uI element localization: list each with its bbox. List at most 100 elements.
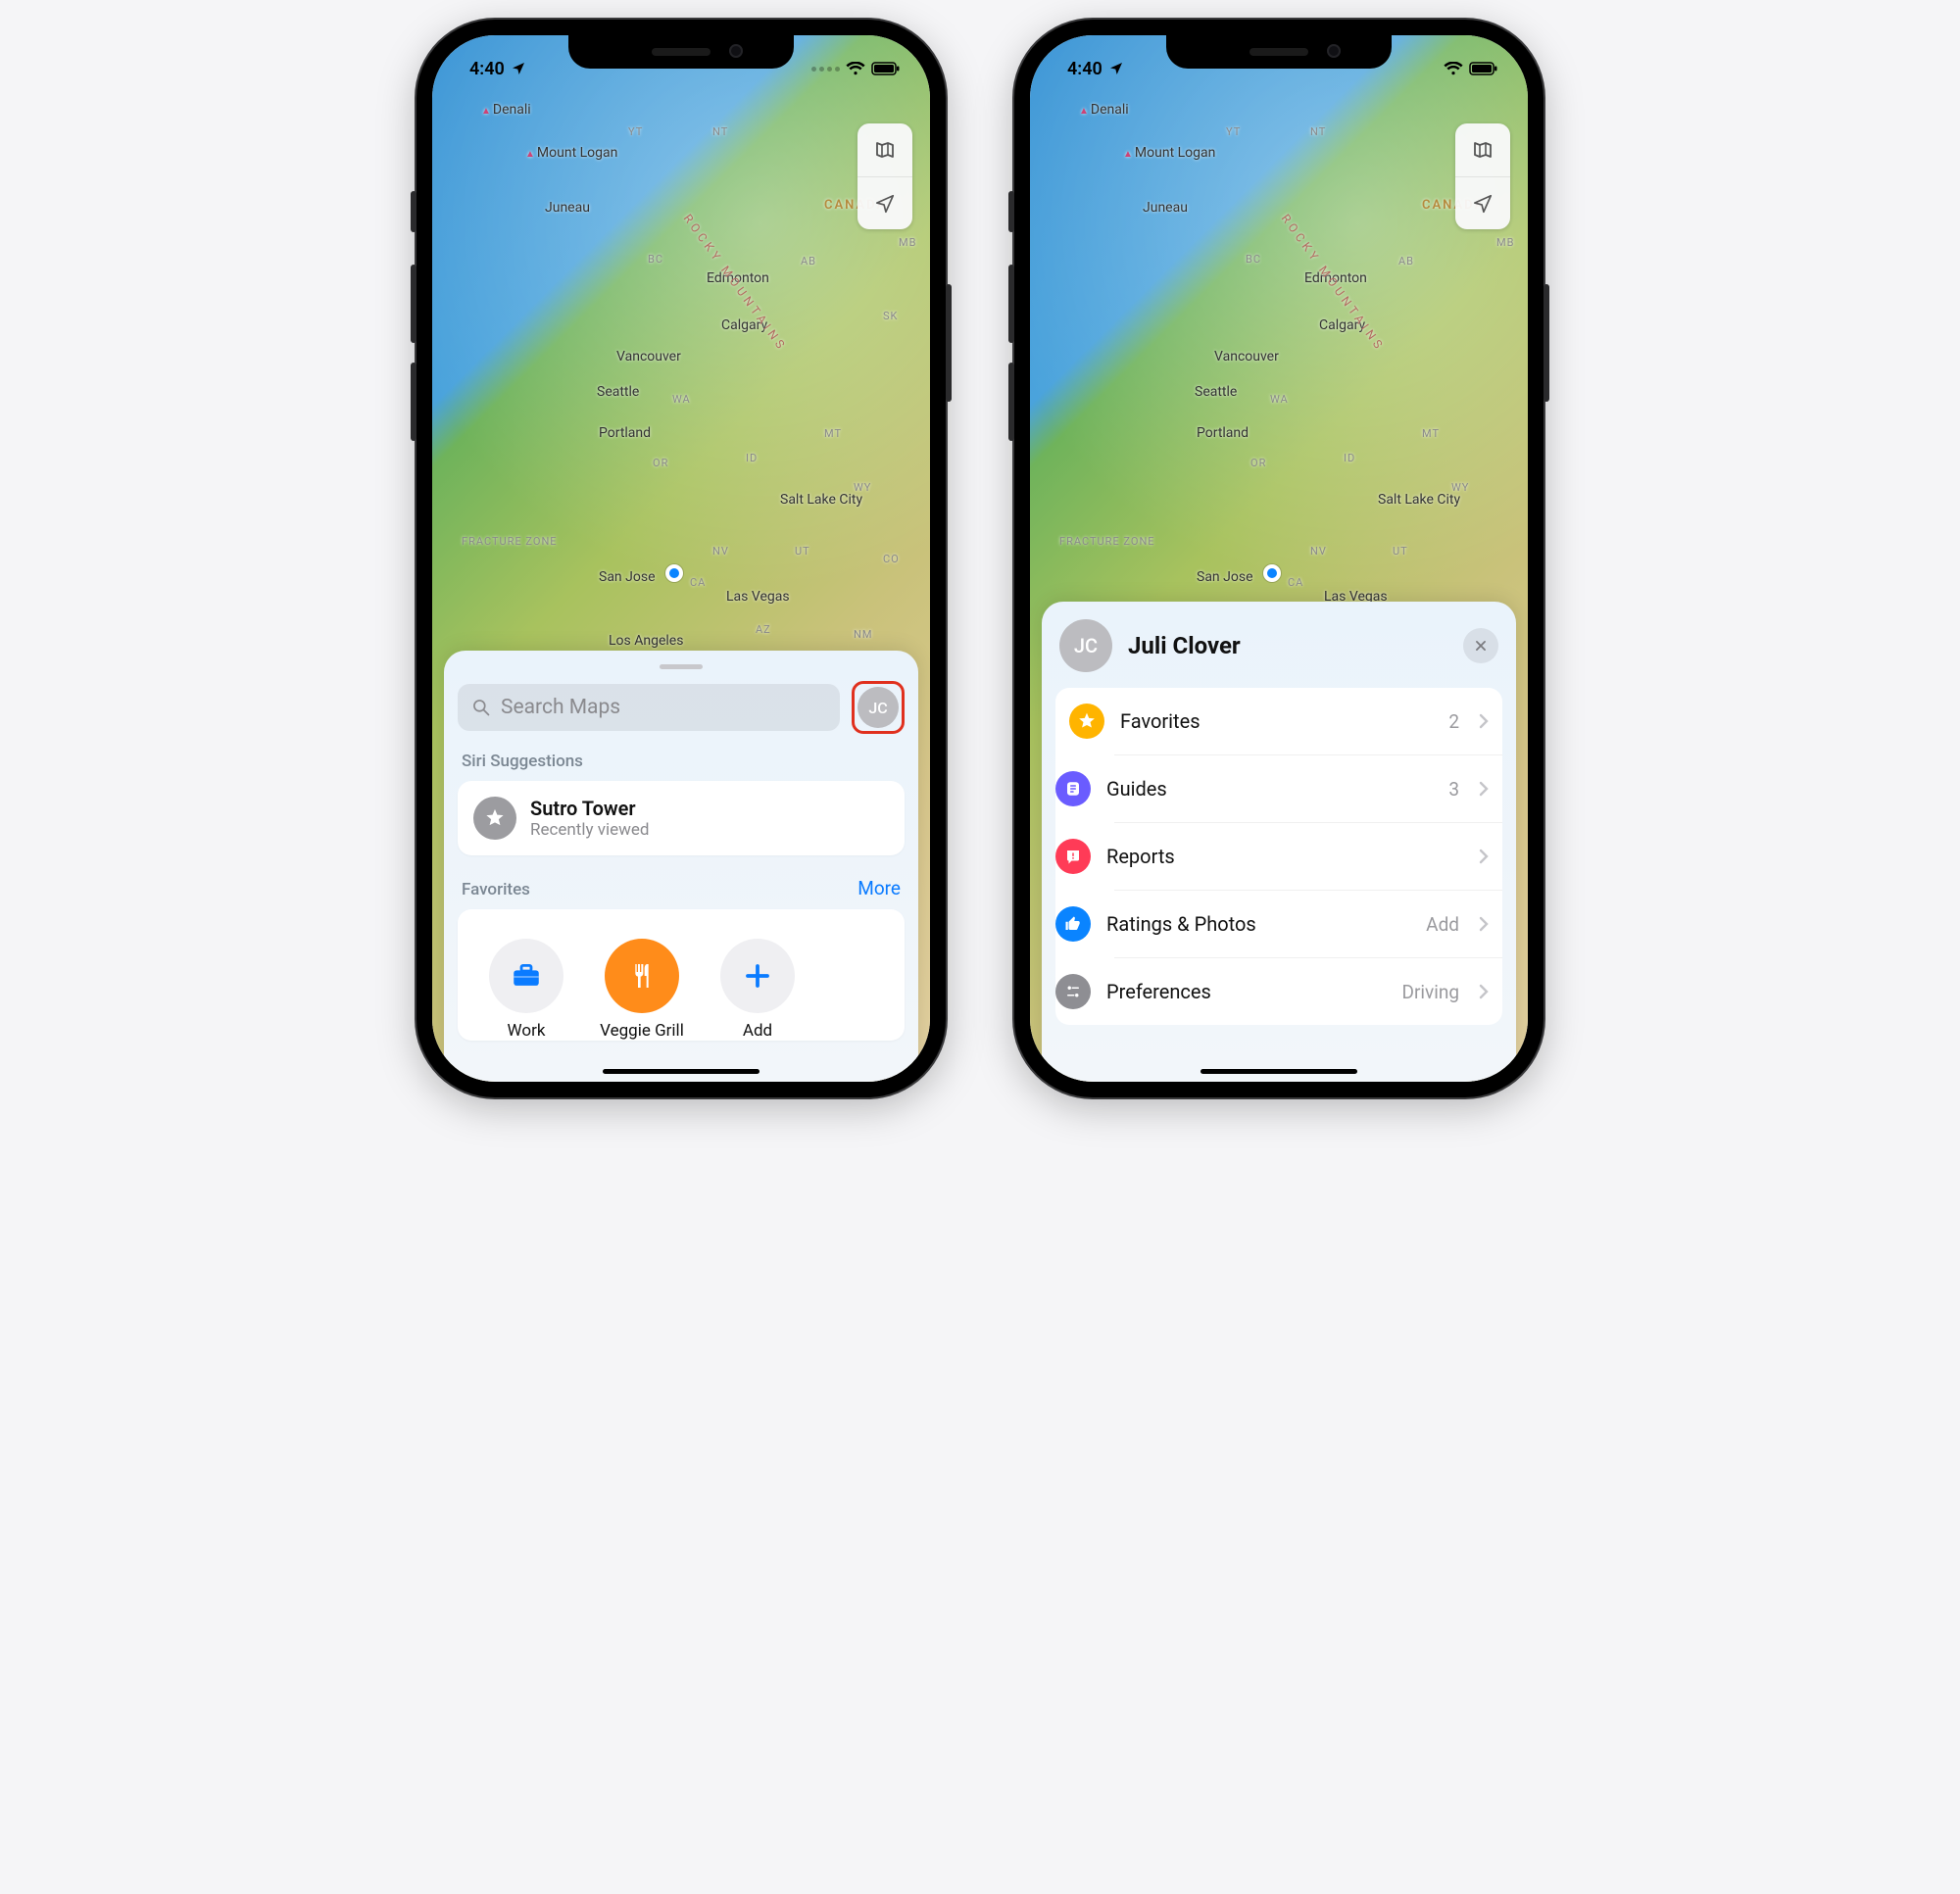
map-label-ca: CA [690, 576, 706, 589]
map-label-id: ID [1344, 452, 1355, 464]
power-button[interactable] [1544, 284, 1549, 402]
avatar-initials: JC [1074, 634, 1098, 657]
home-indicator[interactable] [603, 1069, 760, 1074]
close-icon [1474, 639, 1488, 653]
home-indicator[interactable] [1200, 1069, 1357, 1074]
volume-up-button[interactable] [1008, 265, 1014, 343]
menu-label: Favorites [1120, 709, 1433, 733]
locate-me-button[interactable] [858, 176, 912, 229]
avatar-initials: JC [868, 699, 887, 717]
profile-button[interactable]: JC [858, 687, 899, 728]
current-location-dot [665, 564, 683, 582]
menu-trail: Driving [1401, 981, 1459, 1003]
volume-up-button[interactable] [411, 265, 416, 343]
wifi-icon [846, 62, 865, 75]
phone-frame-left: 4:40 Denali Mount Logan Juneau Edmonton [416, 20, 946, 1097]
preferences-icon [1055, 974, 1091, 1009]
chevron-right-icon [1479, 984, 1489, 999]
favorites-more-button[interactable]: More [858, 877, 901, 899]
map-label-mt: MT [1422, 427, 1440, 440]
favorite-veggie-grill[interactable]: Veggie Grill [599, 939, 685, 1041]
mute-switch[interactable] [411, 191, 416, 232]
map-label-calgary: Calgary [721, 317, 767, 333]
chevron-right-icon [1479, 781, 1489, 797]
map-label-fracture-zone: FRACTURE ZONE [1059, 535, 1155, 548]
menu-reports[interactable]: Reports [1114, 822, 1502, 890]
map-label-nv: NV [712, 545, 729, 558]
power-button[interactable] [946, 284, 952, 402]
locate-me-button[interactable] [1455, 176, 1510, 229]
map-fold-icon [1471, 138, 1494, 162]
location-services-icon [1108, 61, 1124, 76]
map-label-vancouver: Vancouver [1214, 349, 1279, 364]
map-label-ut: UT [795, 545, 810, 558]
briefcase-icon [489, 939, 564, 1013]
map-mode-button[interactable] [858, 123, 912, 176]
siri-suggestion-card[interactable]: Sutro Tower Recently viewed [458, 781, 905, 855]
front-camera [729, 44, 743, 58]
map-label-yt: YT [1226, 125, 1241, 138]
search-placeholder: Search Maps [501, 696, 620, 719]
favorite-add[interactable]: Add [714, 939, 801, 1041]
map-label-yt: YT [628, 125, 643, 138]
favorite-label: Work [508, 1021, 546, 1041]
map-label-mb: MB [899, 236, 916, 249]
favorite-label: Veggie Grill [600, 1021, 684, 1041]
location-arrow-icon [1472, 193, 1494, 215]
mute-switch[interactable] [1008, 191, 1014, 232]
wifi-icon [1444, 62, 1463, 75]
map-label-wy: WY [854, 481, 871, 494]
map-label-ab: AB [801, 255, 816, 267]
profile-name: Juli Clover [1128, 632, 1447, 659]
volume-down-button[interactable] [411, 363, 416, 441]
search-input[interactable]: Search Maps [458, 684, 840, 731]
battery-icon [1469, 62, 1498, 75]
favorite-label: Add [743, 1021, 772, 1041]
map-label-salt-lake: Salt Lake City [780, 492, 862, 508]
map-label-id: ID [746, 452, 758, 464]
volume-down-button[interactable] [1008, 363, 1014, 441]
sheet-grabber[interactable] [660, 664, 703, 669]
chevron-right-icon [1479, 849, 1489, 864]
map-label-nt: NT [1310, 125, 1326, 138]
map-label-portland: Portland [599, 425, 651, 441]
profile-avatar[interactable]: JC [1059, 619, 1112, 672]
menu-trail: 3 [1448, 778, 1459, 801]
profile-menu: Favorites 2 Guides 3 Reports [1055, 688, 1502, 1025]
search-icon [471, 698, 491, 717]
guides-icon [1055, 771, 1091, 806]
search-sheet[interactable]: Search Maps JC Siri Suggestions Sutro To… [444, 651, 918, 1082]
map-label-san-jose: San Jose [599, 569, 656, 585]
map-label-denali: Denali [1079, 102, 1129, 118]
map-label-rocky-mountains: ROCKY MOUNTAINS [681, 212, 790, 354]
map-label-calgary: Calgary [1319, 317, 1365, 333]
map-label-az: AZ [756, 623, 771, 636]
screen-left: 4:40 Denali Mount Logan Juneau Edmonton [432, 35, 930, 1082]
menu-ratings-photos[interactable]: Ratings & Photos Add [1114, 890, 1502, 957]
map-label-fracture-zone: FRACTURE ZONE [462, 535, 558, 548]
front-camera [1327, 44, 1341, 58]
profile-sheet[interactable]: JC Juli Clover Favorites 2 [1042, 602, 1516, 1082]
plus-icon [720, 939, 795, 1013]
screen-right: 4:40 Denali Mount Logan Juneau Edmonton … [1030, 35, 1528, 1082]
map-label-co: CO [883, 553, 900, 565]
location-services-icon [511, 61, 526, 76]
phone-frame-right: 4:40 Denali Mount Logan Juneau Edmonton … [1014, 20, 1544, 1097]
map-mode-button[interactable] [1455, 123, 1510, 176]
map-label-wa: WA [1270, 393, 1289, 406]
favorite-work[interactable]: Work [483, 939, 569, 1041]
map-label-rocky-mountains: ROCKY MOUNTAINS [1279, 212, 1388, 354]
map-label-edmonton: Edmonton [707, 270, 769, 286]
menu-guides[interactable]: Guides 3 [1114, 754, 1502, 822]
map-label-mb: MB [1496, 236, 1514, 249]
favorites-card: Work Veggie Grill Add [458, 909, 905, 1041]
map-label-seattle: Seattle [597, 384, 639, 400]
map-label-ab: AB [1398, 255, 1414, 267]
suggestion-subtitle: Recently viewed [530, 820, 650, 840]
speaker-grille [652, 48, 710, 56]
menu-preferences[interactable]: Preferences Driving [1114, 957, 1502, 1025]
close-button[interactable] [1463, 628, 1498, 663]
menu-label: Guides [1106, 777, 1433, 801]
menu-favorites[interactable]: Favorites 2 [1055, 688, 1502, 754]
map-label-los-angeles: Los Angeles [609, 633, 683, 649]
